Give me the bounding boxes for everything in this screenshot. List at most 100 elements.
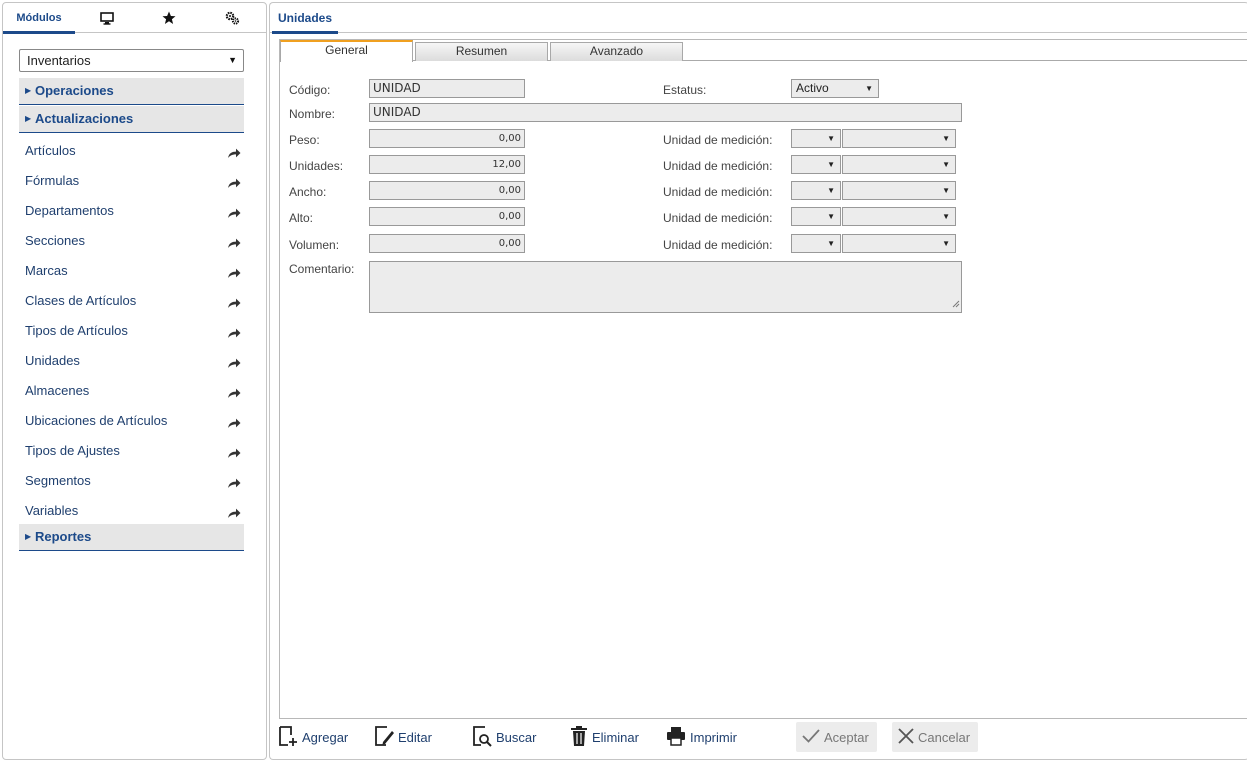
module-select[interactable]: Inventarios ▼ (19, 49, 244, 72)
eliminar-button[interactable]: Eliminar (570, 722, 639, 752)
menu-item-variables[interactable]: Variables (25, 500, 243, 522)
volumen-field[interactable]: 0,00 (369, 234, 525, 253)
cancelar-label: Cancelar (918, 729, 971, 745)
comentario-textarea[interactable] (369, 261, 962, 313)
subtab-resumen[interactable]: Resumen (415, 42, 548, 61)
ancho-label: Ancho: (289, 185, 327, 199)
alto-unit-detail-select[interactable]: ▼ (842, 207, 956, 226)
menu-item-label: Tipos de Ajustes (25, 443, 120, 458)
peso-label: Peso: (289, 133, 320, 147)
dropdown-arrow-icon: ▼ (827, 239, 835, 248)
tab-settings[interactable] (199, 3, 266, 33)
alto-unit-label: Unidad de medición: (663, 211, 773, 225)
dropdown-arrow-icon: ▼ (827, 186, 835, 195)
unidades-value: 12,00 (492, 159, 521, 170)
menu-item-tipos-de-articulos[interactable]: Tipos de Artículos (25, 320, 243, 342)
estatus-select[interactable]: Activo ▼ (791, 79, 879, 98)
menu-item-tipos-de-ajustes[interactable]: Tipos de Ajustes (25, 440, 243, 462)
tab-unidades-label: Unidades (278, 11, 333, 25)
share-arrow-icon[interactable] (227, 234, 241, 256)
unidades-unit-detail-select[interactable]: ▼ (842, 155, 956, 174)
dropdown-arrow-icon: ▼ (827, 160, 835, 169)
section-operaciones-label: Operaciones (35, 83, 114, 98)
tab-modulos[interactable]: Módulos (3, 3, 75, 34)
share-arrow-icon[interactable] (227, 204, 241, 226)
ancho-field[interactable]: 0,00 (369, 181, 525, 200)
share-arrow-icon[interactable] (227, 414, 241, 436)
resize-grip-icon[interactable] (952, 297, 960, 311)
agregar-button[interactable]: Agregar (278, 722, 348, 752)
subtab-avanzado-label: Avanzado (589, 44, 644, 58)
dropdown-arrow-icon: ▼ (827, 134, 835, 143)
peso-unit-detail-select[interactable]: ▼ (842, 129, 956, 148)
left-panel: Módulos Inventarios ▼ ▶ Operaciones ▶ Ac… (2, 2, 267, 760)
expand-arrow-icon: ▶ (25, 86, 32, 95)
alto-unit-select[interactable]: ▼ (791, 207, 841, 226)
share-arrow-icon[interactable] (227, 294, 241, 316)
aceptar-button[interactable]: Aceptar (796, 722, 877, 752)
alto-field[interactable]: 0,00 (369, 207, 525, 226)
tab-unidades[interactable]: Unidades (272, 3, 339, 34)
tab-monitor[interactable] (75, 3, 139, 33)
menu-item-almacenes[interactable]: Almacenes (25, 380, 243, 402)
menu-item-formulas[interactable]: Fórmulas (25, 170, 243, 192)
share-arrow-icon[interactable] (227, 174, 241, 196)
section-reportes[interactable]: ▶ Reportes (19, 524, 244, 551)
edit-document-icon (374, 725, 398, 750)
menu-item-unidades[interactable]: Unidades (25, 350, 243, 372)
menu-item-marcas[interactable]: Marcas (25, 260, 243, 282)
menu-item-label: Almacenes (25, 383, 90, 398)
section-actualizaciones[interactable]: ▶ Actualizaciones (19, 106, 244, 133)
nombre-field[interactable]: UNIDAD (369, 103, 962, 122)
menu-item-segmentos[interactable]: Segmentos (25, 470, 243, 492)
unidades-unit-select[interactable]: ▼ (791, 155, 841, 174)
right-tab-bar: Unidades (270, 3, 1247, 34)
peso-unit-select[interactable]: ▼ (791, 129, 841, 148)
volumen-unit-detail-select[interactable]: ▼ (842, 234, 956, 253)
menu-item-departamentos[interactable]: Departamentos (25, 200, 243, 222)
menu-item-articulos[interactable]: Artículos (25, 140, 243, 162)
share-arrow-icon[interactable] (227, 444, 241, 466)
menu-item-clases-de-articulos[interactable]: Clases de Artículos (25, 290, 243, 312)
ancho-unit-detail-select[interactable]: ▼ (842, 181, 956, 200)
ancho-value: 0,00 (498, 185, 521, 196)
gears-icon (225, 11, 240, 25)
editar-button[interactable]: Editar (374, 722, 432, 752)
dropdown-arrow-icon: ▼ (865, 84, 873, 93)
share-arrow-icon[interactable] (227, 354, 241, 376)
star-icon (162, 11, 176, 25)
form-container: General Resumen Avanzado Código: UNIDAD … (279, 39, 1247, 719)
subtab-avanzado[interactable]: Avanzado (550, 42, 683, 61)
trash-icon (570, 725, 592, 750)
codigo-field[interactable]: UNIDAD (369, 79, 525, 98)
share-arrow-icon[interactable] (227, 384, 241, 406)
buscar-button[interactable]: Buscar (472, 722, 536, 752)
share-arrow-icon[interactable] (227, 324, 241, 346)
unidades-unit-label: Unidad de medición: (663, 159, 773, 173)
share-arrow-icon[interactable] (227, 504, 241, 526)
agregar-label: Agregar (302, 729, 349, 745)
menu-item-label: Clases de Artículos (25, 293, 137, 308)
share-arrow-icon[interactable] (227, 144, 241, 166)
nombre-label: Nombre: (289, 107, 336, 121)
share-arrow-icon[interactable] (227, 474, 241, 496)
ancho-unit-select[interactable]: ▼ (791, 181, 841, 200)
subtab-general[interactable]: General (280, 40, 413, 62)
search-document-icon (472, 725, 496, 750)
peso-field[interactable]: 0,00 (369, 129, 525, 148)
volumen-unit-select[interactable]: ▼ (791, 234, 841, 253)
section-operaciones[interactable]: ▶ Operaciones (19, 78, 244, 105)
imprimir-button[interactable]: Imprimir (666, 722, 737, 752)
menu-item-secciones[interactable]: Secciones (25, 230, 243, 252)
unidades-field[interactable]: 12,00 (369, 155, 525, 174)
menu-item-ubicaciones-de-articulos[interactable]: Ubicaciones de Artículos (25, 410, 243, 432)
volumen-unit-label: Unidad de medición: (663, 238, 773, 252)
share-arrow-icon[interactable] (227, 264, 241, 286)
section-actualizaciones-label: Actualizaciones (35, 111, 134, 126)
buscar-label: Buscar (496, 729, 537, 745)
expand-arrow-icon: ▶ (25, 532, 32, 541)
cancelar-button[interactable]: Cancelar (892, 722, 979, 752)
tab-favorites[interactable] (139, 3, 199, 33)
module-select-value: Inventarios (27, 53, 91, 68)
menu-item-label: Tipos de Artículos (25, 323, 128, 338)
